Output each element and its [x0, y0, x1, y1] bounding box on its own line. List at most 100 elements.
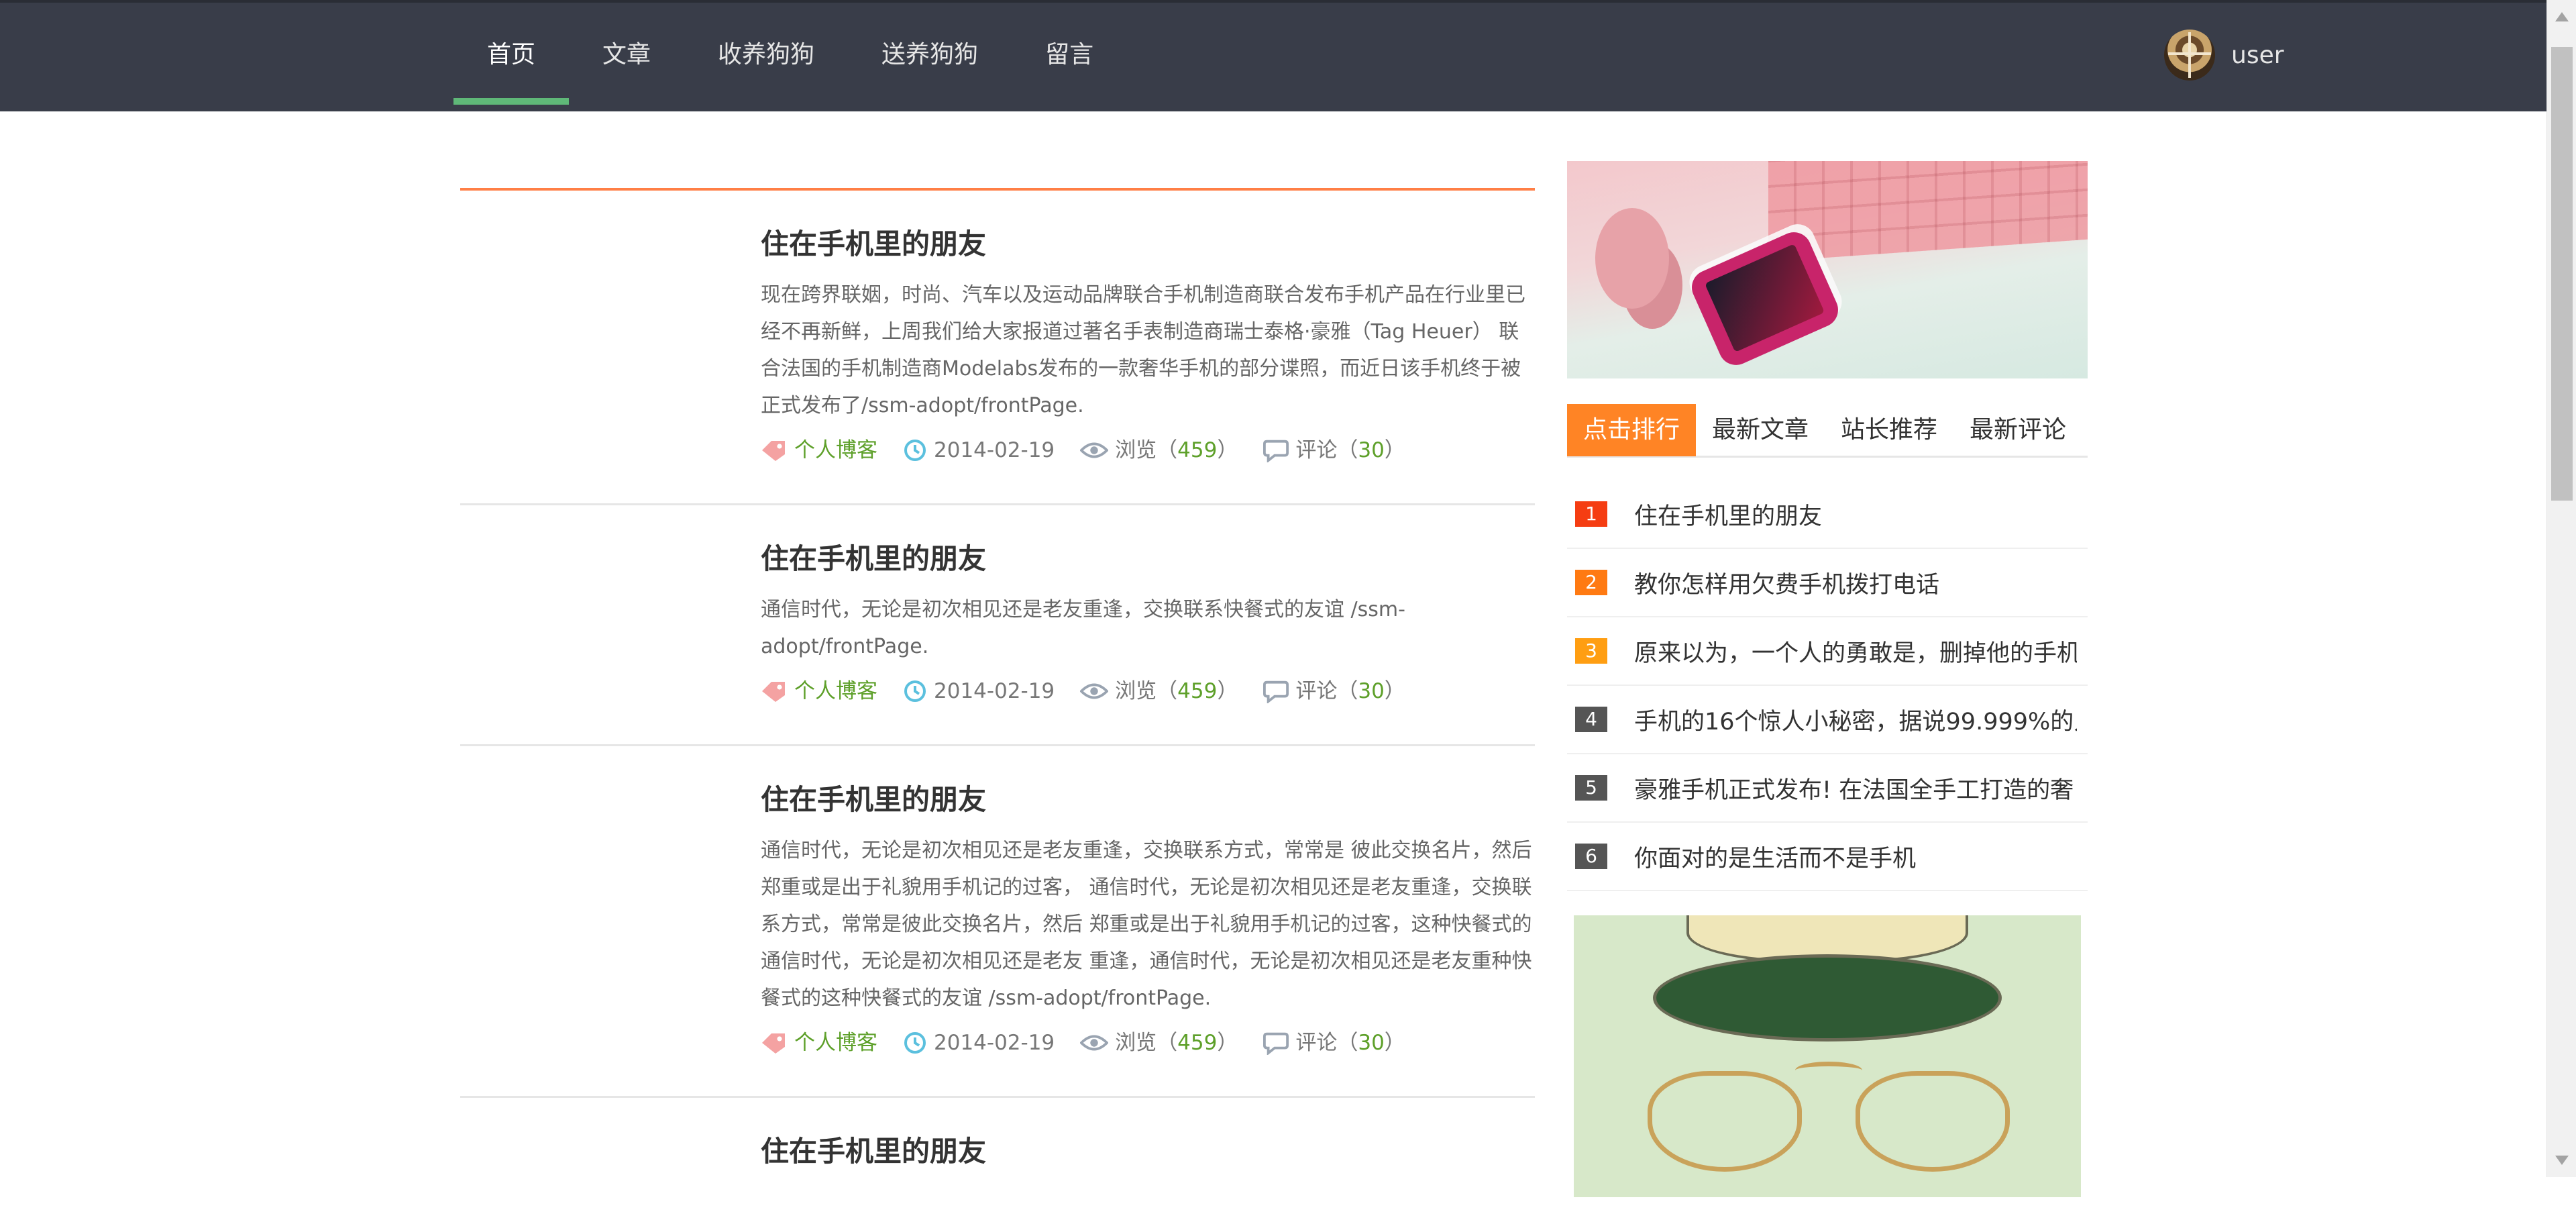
nav-item-home[interactable]: 首页 — [453, 3, 570, 111]
views-close: ） — [1217, 679, 1238, 703]
views-label: 浏览（ — [1115, 1031, 1178, 1055]
illustration-glasses-bridge — [1795, 1062, 1862, 1079]
comments-count: 30 — [1358, 1031, 1385, 1055]
illustration-glasses-right — [1856, 1071, 2010, 1172]
main-nav: 首页 文章 收养狗狗 送养狗狗 留言 — [453, 3, 1127, 111]
views-label: 浏览（ — [1115, 679, 1178, 703]
scroll-up-icon[interactable] — [2555, 12, 2569, 21]
list-item[interactable]: 4 手机的16个惊人小秘密，据说99.999%的人 — [1567, 686, 2088, 754]
rank-title[interactable]: 住在手机里的朋友 — [1634, 497, 2077, 531]
list-item[interactable]: 5 豪雅手机正式发布! 在法国全手工打造的奢 — [1567, 754, 2088, 823]
article-views: 浏览（ 459） — [1080, 674, 1238, 708]
rank-badge: 1 — [1575, 501, 1607, 527]
article-title[interactable]: 住在手机里的朋友 — [761, 782, 1535, 817]
nav-item-adopt-dog[interactable]: 收养狗狗 — [684, 3, 848, 111]
views-count: 459 — [1177, 1031, 1218, 1055]
article-date-text: 2014-02-19 — [934, 1031, 1055, 1055]
article-tag-label[interactable]: 个人博客 — [794, 674, 877, 708]
top-navbar: 首页 文章 收养狗狗 送养狗狗 留言 user — [0, 0, 2546, 111]
page-scrollbar[interactable] — [2546, 0, 2576, 1177]
views-close: ） — [1217, 1031, 1238, 1055]
eye-icon — [1080, 683, 1109, 699]
comment-icon — [1263, 440, 1289, 462]
article-item: 住在手机里的朋友 — [460, 1098, 1535, 1220]
banner-image[interactable] — [1567, 161, 2088, 378]
rank-badge: 3 — [1575, 638, 1607, 664]
clock-icon — [904, 680, 926, 702]
article-comments[interactable]: 评论（ 30） — [1263, 434, 1405, 467]
article-date: 2014-02-19 — [903, 434, 1055, 467]
nav-item-articles[interactable]: 文章 — [569, 3, 684, 111]
tag-icon — [762, 682, 785, 702]
article-tag[interactable]: 个人博客 — [761, 434, 877, 467]
illustration-hat-brim — [1653, 954, 2002, 1041]
article-desc: 现在跨界联姻，时尚、汽车以及运动品牌联合手机制造商联合发布手机产品在行业里已经不… — [761, 283, 1525, 417]
rank-badge: 4 — [1575, 707, 1607, 732]
comments-close: ） — [1384, 1031, 1405, 1055]
rank-badge: 5 — [1575, 775, 1607, 801]
article-meta: 个人博客 2014-02-19 浏览（ 459） 评论（ 30） — [761, 434, 1535, 467]
views-label: 浏览（ — [1115, 438, 1178, 462]
article-comments[interactable]: 评论（ 30） — [1263, 1026, 1405, 1060]
article-date-text: 2014-02-19 — [934, 679, 1055, 703]
article-meta: 个人博客 2014-02-19 浏览（ 459） 评论（ 30） — [761, 674, 1535, 708]
sidebar: 点击排行 最新文章 站长推荐 最新评论 1 住在手机里的朋友 2 教你怎样用欠费… — [1567, 161, 2088, 1197]
article-desc: 通信时代，无论是初次相见还是老友重逢，交换联系快餐式的友谊 /ssm-adopt… — [761, 598, 1405, 658]
banner-headphone — [1595, 208, 1669, 309]
eye-icon — [1080, 1035, 1109, 1051]
ranking-list: 1 住在手机里的朋友 2 教你怎样用欠费手机拨打电话 3 原来以为，一个人的勇敢… — [1567, 480, 2088, 891]
sidebar-illustration[interactable] — [1574, 915, 2081, 1197]
rank-badge: 6 — [1575, 844, 1607, 869]
rank-title[interactable]: 原来以为，一个人的勇敢是，删掉他的手机 — [1634, 634, 2077, 668]
tab-latest-articles[interactable]: 最新文章 — [1696, 404, 1825, 456]
rank-title[interactable]: 你面对的是生活而不是手机 — [1634, 840, 2077, 874]
views-close: ） — [1217, 438, 1238, 462]
user-menu[interactable]: user — [2164, 30, 2284, 81]
views-count: 459 — [1177, 438, 1218, 462]
list-item[interactable]: 3 原来以为，一个人的勇敢是，删掉他的手机 — [1567, 617, 2088, 686]
scroll-down-icon[interactable] — [2555, 1156, 2569, 1165]
comments-label: 评论（ — [1295, 679, 1358, 703]
article-tag-label[interactable]: 个人博客 — [794, 434, 877, 467]
illustration-glasses-left — [1648, 1071, 1802, 1172]
user-name[interactable]: user — [2231, 42, 2284, 69]
article-item: 住在手机里的朋友 现在跨界联姻，时尚、汽车以及运动品牌联合手机制造商联合发布手机… — [460, 191, 1535, 505]
clock-icon — [904, 440, 926, 461]
eye-icon — [1080, 442, 1109, 458]
article-title[interactable]: 住在手机里的朋友 — [761, 542, 1535, 576]
comments-count: 30 — [1358, 438, 1385, 462]
comment-icon — [1263, 680, 1289, 703]
tab-latest-comments[interactable]: 最新评论 — [1953, 404, 2082, 456]
tag-icon — [762, 441, 785, 461]
scroll-thumb[interactable] — [2551, 47, 2573, 501]
nav-item-message[interactable]: 留言 — [1012, 3, 1127, 111]
comments-close: ） — [1384, 679, 1405, 703]
article-tag[interactable]: 个人博客 — [761, 1026, 877, 1060]
article-tag[interactable]: 个人博客 — [761, 674, 877, 708]
article-title[interactable]: 住在手机里的朋友 — [761, 1134, 1535, 1169]
comment-icon — [1263, 1032, 1289, 1055]
rank-title[interactable]: 豪雅手机正式发布! 在法国全手工打造的奢 — [1634, 771, 2077, 805]
nav-item-rehome-dog[interactable]: 送养狗狗 — [848, 3, 1012, 111]
list-item[interactable]: 2 教你怎样用欠费手机拨打电话 — [1567, 549, 2088, 617]
tab-click-ranking[interactable]: 点击排行 — [1567, 404, 1697, 456]
article-title[interactable]: 住在手机里的朋友 — [761, 227, 1535, 262]
article-date-text: 2014-02-19 — [934, 438, 1055, 462]
avatar[interactable] — [2164, 30, 2215, 81]
sidebar-tabs: 点击排行 最新文章 站长推荐 最新评论 — [1567, 404, 2088, 458]
list-item[interactable]: 6 你面对的是生活而不是手机 — [1567, 823, 2088, 891]
article-item: 住在手机里的朋友 通信时代，无论是初次相见还是老友重逢，交换联系快餐式的友谊 /… — [460, 505, 1535, 746]
article-desc: 通信时代，无论是初次相见还是老友重逢，交换联系方式，常常是 彼此交换名片，然后郑… — [761, 839, 1532, 1010]
list-item[interactable]: 1 住在手机里的朋友 — [1567, 480, 2088, 549]
article-views: 浏览（ 459） — [1080, 1026, 1238, 1060]
tag-icon — [762, 1033, 785, 1054]
views-count: 459 — [1177, 679, 1218, 703]
article-views: 浏览（ 459） — [1080, 434, 1238, 467]
rank-title[interactable]: 手机的16个惊人小秘密，据说99.999%的人 — [1634, 703, 2077, 737]
article-comments[interactable]: 评论（ 30） — [1263, 674, 1405, 708]
article-list: 住在手机里的朋友 现在跨界联姻，时尚、汽车以及运动品牌联合手机制造商联合发布手机… — [460, 188, 1535, 1220]
rank-title[interactable]: 教你怎样用欠费手机拨打电话 — [1634, 566, 2077, 600]
article-tag-label[interactable]: 个人博客 — [794, 1026, 877, 1060]
tab-webmaster-picks[interactable]: 站长推荐 — [1825, 404, 1953, 456]
comments-label: 评论（ — [1295, 438, 1358, 462]
